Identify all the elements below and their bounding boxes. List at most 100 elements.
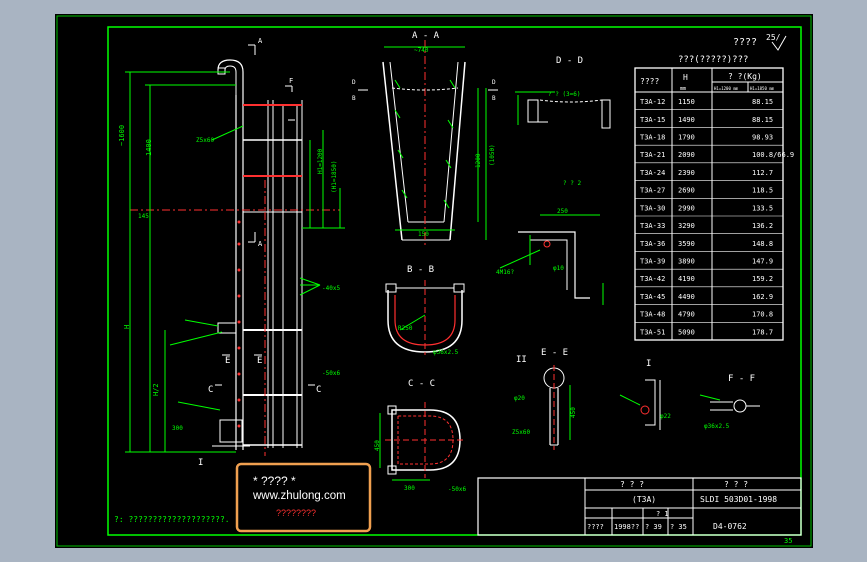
- drawing-canvas: [55, 14, 813, 548]
- table-cell-height: 3290: [678, 222, 695, 230]
- label-z5-ee: Z5x60: [512, 429, 530, 436]
- label-m16: 4M16?: [496, 269, 514, 276]
- table-cell-weight: 112.7: [752, 169, 773, 177]
- svg-text:E: E: [257, 356, 262, 366]
- title-std-code: SLDI 503D01-1998: [700, 495, 777, 504]
- table-cell-height: 4790: [678, 311, 695, 319]
- title-row-labels: ????: [587, 523, 604, 531]
- table-cell-weight: 170.8: [752, 311, 773, 319]
- svg-text:I: I: [198, 458, 203, 468]
- table-title: ???(?????)???: [678, 55, 748, 65]
- dim-300-cc: 300: [404, 485, 415, 492]
- detail-roman1-label: I: [646, 359, 651, 369]
- section-bb-label: B - B: [407, 265, 434, 275]
- table-cell-model: T3A-18: [640, 133, 665, 141]
- dim-145: 145: [138, 213, 149, 220]
- table-cell-weight: 118.5: [752, 187, 773, 195]
- table-cell-weight: 133.5: [752, 204, 773, 212]
- svg-text:B: B: [492, 95, 496, 102]
- roughness-mark: 25/: [766, 33, 781, 42]
- table-subheader-w2: H1=1850 mm: [750, 86, 775, 91]
- label-z5: Z5x60: [196, 137, 214, 144]
- dim-740: ~740: [414, 47, 429, 54]
- table-cell-model: T3A-27: [640, 187, 665, 195]
- general-note: ?: ????????????????????.: [114, 515, 230, 524]
- table-cell-weight: 88.15: [752, 116, 773, 124]
- table-cell-weight: 159.2: [752, 275, 773, 283]
- table-cell-height: 3590: [678, 240, 695, 248]
- watermark-line1: * ???? *: [253, 474, 296, 488]
- dim-r250: R250: [398, 325, 413, 332]
- page-number: 35: [784, 537, 792, 545]
- dim-h: H: [123, 325, 131, 329]
- dim-150-aa: 150: [418, 231, 429, 238]
- table-cell-model: T3A-15: [640, 116, 665, 124]
- section-dd-label: D - D: [556, 56, 583, 66]
- dim-h1b: (H1=1850): [331, 160, 338, 193]
- table-cell-model: T3A-42: [640, 275, 665, 283]
- table-cell-weight: 147.9: [752, 257, 773, 265]
- dim-1200: 1200: [475, 153, 482, 168]
- table-subheader-unit: mm: [680, 86, 686, 92]
- dim-phi36-ff: φ36x2.5: [704, 423, 730, 430]
- svg-text:E: E: [225, 356, 230, 366]
- sheet-title-top: ????: [733, 37, 757, 48]
- watermark-url[interactable]: www.zhulong.com: [252, 490, 346, 502]
- table-cell-model: T3A-51: [640, 328, 665, 336]
- table-subheader-w1: H1=1200 mm: [714, 86, 739, 91]
- dim-450-cc: 450: [374, 440, 381, 451]
- table-cell-weight: 98.93: [752, 133, 773, 141]
- table-cell-height: 1790: [678, 133, 695, 141]
- dim-1600: ~1600: [118, 125, 126, 146]
- svg-text:F: F: [289, 77, 293, 85]
- dim-h2: H/2: [152, 383, 160, 396]
- detail-roman2: II: [516, 355, 527, 365]
- table-cell-weight: 100.8/66.9: [752, 151, 794, 159]
- svg-text:D: D: [492, 79, 496, 86]
- dim-1400: 1400: [145, 139, 153, 156]
- svg-text:D: D: [352, 79, 356, 86]
- table-cell-model: T3A-24: [640, 169, 665, 177]
- table-cell-height: 2990: [678, 204, 695, 212]
- dim-450-ee: 450: [570, 407, 577, 418]
- svg-text:? ? 2: ? ? 2: [563, 180, 581, 187]
- dim-phi20: φ20: [514, 395, 525, 402]
- label-steel-cc: -50x6: [448, 486, 466, 493]
- table-cell-height: 4190: [678, 275, 695, 283]
- table-cell-model: T3A-12: [640, 98, 665, 106]
- table-cell-model: T3A-48: [640, 311, 665, 319]
- section-aa-label: A - A: [412, 31, 440, 41]
- table-cell-height: 2690: [678, 187, 695, 195]
- table-cell-weight: 162.9: [752, 293, 773, 301]
- table-cell-model: T3A-39: [640, 257, 665, 265]
- table-cell-height: 5090: [678, 328, 695, 336]
- dim-1050: (1050): [489, 144, 496, 166]
- dim-phi10: φ10: [553, 265, 564, 272]
- title-cell3: ? 1: [656, 510, 669, 518]
- table-cell-model: T3A-45: [640, 293, 665, 301]
- title-name: ? ? ?: [620, 480, 644, 489]
- dim-tube: φ36x2.5: [433, 349, 459, 356]
- table-cell-model: T3A-33: [640, 222, 665, 230]
- title-std-label: ? ? ?: [724, 480, 748, 489]
- table-cell-model: T3A-36: [640, 240, 665, 248]
- table-cell-height: 3890: [678, 257, 695, 265]
- table-cell-height: 2390: [678, 169, 695, 177]
- table-cell-model: T3A-21: [640, 151, 665, 159]
- label-steel-40: -40x5: [322, 285, 340, 292]
- table-cell-height: 4490: [678, 293, 695, 301]
- table-header-weight: ? ?(Kg): [728, 72, 762, 81]
- table-cell-height: 1150: [678, 98, 695, 106]
- title-model: (T3A): [632, 495, 656, 504]
- section-ee-label: E - E: [541, 348, 568, 358]
- dim-300: 300: [172, 425, 183, 432]
- svg-text:B: B: [352, 95, 356, 102]
- dim-phi22: φ22: [660, 413, 671, 420]
- table-header-model: ????: [640, 77, 659, 86]
- section-ff-label: F - F: [728, 374, 755, 384]
- title-cell1: ? 39: [645, 523, 662, 531]
- table-header-height: H: [683, 73, 688, 82]
- title-cell2: ? 35: [670, 523, 687, 531]
- table-cell-height: 2090: [678, 151, 695, 159]
- table-cell-weight: 148.8: [752, 240, 773, 248]
